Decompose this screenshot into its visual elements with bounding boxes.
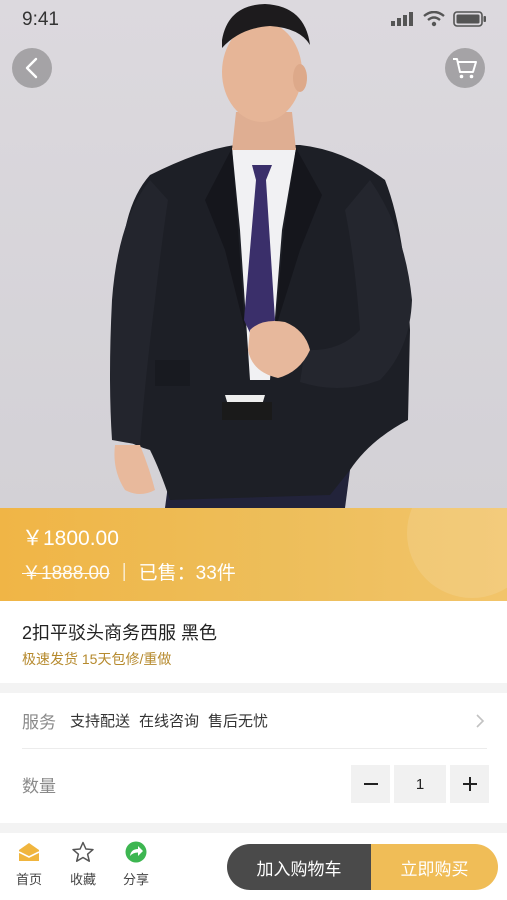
sold-count: 已售：33件: [138, 563, 236, 584]
service-item: 售后无忧: [208, 713, 269, 730]
add-to-cart-button[interactable]: 加入购物车: [227, 844, 371, 890]
product-photo: [0, 0, 507, 508]
bottom-action-bar: 首页 收藏 分享 加入购物车 立即购买: [0, 833, 507, 900]
product-info: 2扣平驳头商务西服 黑色 极速发货 15天包修/重做: [0, 601, 507, 683]
nav-share[interactable]: 分享: [116, 841, 156, 888]
product-image: 9:41: [0, 0, 507, 508]
decrement-button[interactable]: [351, 765, 390, 803]
nav-home-label: 首页: [15, 872, 42, 887]
original-price: ￥1888.00: [22, 563, 110, 584]
battery-icon: [453, 11, 486, 27]
wifi-icon: [423, 11, 445, 27]
nav-favorite-label: 收藏: [69, 872, 96, 887]
current-price: ￥1800.00: [22, 527, 119, 550]
star-icon: [72, 841, 94, 862]
minus-icon: [363, 783, 378, 785]
chevron-right-icon: [476, 713, 485, 728]
banner-decoration: [407, 508, 507, 598]
quantity-stepper: 1: [351, 765, 489, 803]
service-item: 在线咨询: [139, 713, 200, 730]
product-title: 2扣平驳头商务西服 黑色: [22, 623, 218, 643]
cart-icon: [453, 58, 477, 79]
cart-button[interactable]: [445, 48, 485, 88]
nav-favorite[interactable]: 收藏: [63, 841, 103, 888]
plus-icon: [462, 777, 477, 791]
price-secondary-row: ￥1888.00 | 已售：33件: [22, 558, 236, 585]
back-button[interactable]: [12, 48, 52, 88]
purchase-actions: 加入购物车 立即购买: [227, 844, 498, 890]
signal-icon: [391, 12, 413, 26]
price-banner: ￥1800.00 ￥1888.00 | 已售：33件: [0, 508, 507, 601]
options-card: 服务 支持配送 在线咨询 售后无忧 数量 1: [0, 693, 507, 823]
buy-now-button[interactable]: 立即购买: [371, 844, 498, 890]
quantity-value[interactable]: 1: [394, 765, 446, 803]
service-label: 服务: [22, 713, 56, 732]
status-bar: 9:41: [0, 0, 507, 40]
nav-home[interactable]: 首页: [9, 841, 49, 888]
increment-button[interactable]: [450, 765, 489, 803]
service-row[interactable]: 服务 支持配送 在线咨询 售后无忧: [22, 693, 487, 749]
service-items: 支持配送 在线咨询 售后无忧: [70, 710, 473, 731]
back-icon: [25, 57, 38, 79]
nav-share-label: 分享: [122, 872, 149, 887]
status-icons: [391, 11, 487, 27]
quantity-label: 数量: [22, 776, 56, 796]
share-icon: [125, 841, 147, 863]
product-tags: 极速发货 15天包修/重做: [22, 651, 172, 667]
status-time: 9:41: [22, 9, 59, 30]
home-icon: [18, 843, 40, 861]
service-item: 支持配送: [70, 713, 131, 730]
quantity-row: 数量 1: [22, 749, 489, 819]
price-separator: |: [121, 560, 127, 582]
